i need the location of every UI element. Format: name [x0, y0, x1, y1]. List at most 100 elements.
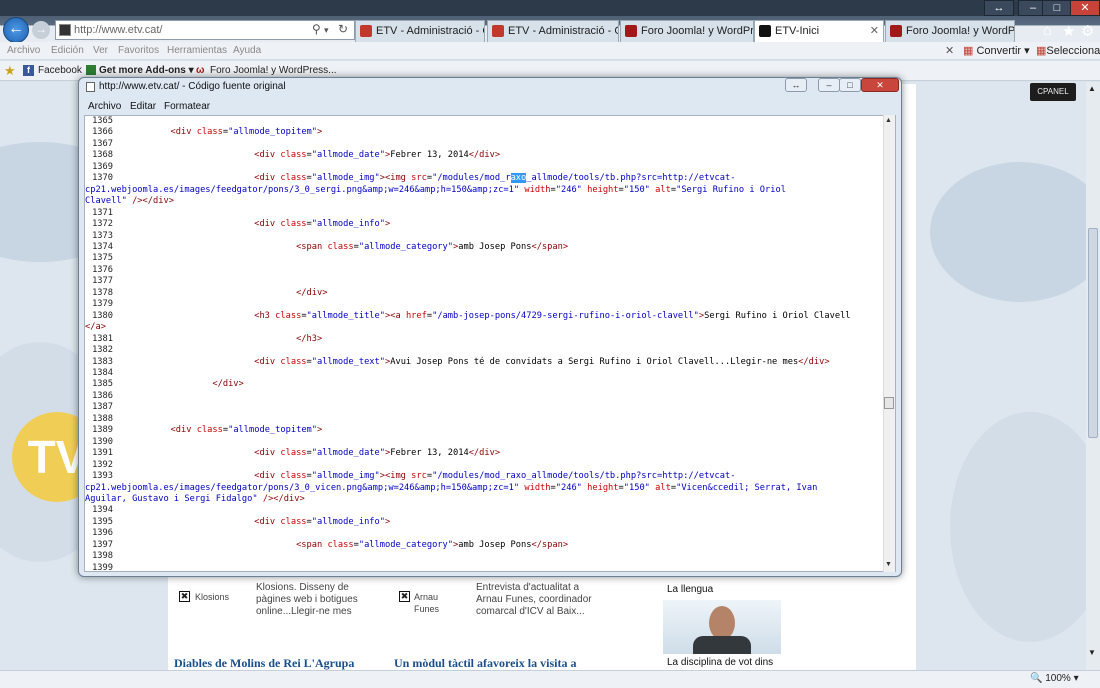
source-menu-formatear[interactable]: Formatear [164, 101, 210, 112]
source-minimize-icon[interactable]: – [818, 78, 840, 92]
code-line[interactable]: 1374 <span class="allmode_category">amb … [85, 242, 883, 253]
source-scroll-thumb[interactable] [884, 397, 894, 409]
code-line[interactable]: 1381 </h3> [85, 334, 883, 345]
code-line[interactable]: 1368 <div class="allmode_date">Febrer 13… [85, 150, 883, 161]
fav-foro-joomla[interactable]: Foro Joomla! y WordPress... [210, 65, 337, 76]
code-line[interactable]: 1390 [85, 437, 883, 448]
code-line[interactable]: 1380 <h3 class="allmode_title"><a href="… [85, 311, 883, 322]
fav-get-addons[interactable]: Get more Add-ons ▾ [99, 65, 194, 76]
close-icon[interactable]: ✕ [1070, 0, 1100, 16]
source-menu-editar[interactable]: Editar [130, 101, 156, 112]
code-line[interactable]: 1397 <span class="allmode_category">amb … [85, 540, 883, 551]
caption-disciplina[interactable]: La disciplina de vot dins [667, 657, 773, 669]
favorites-star-icon[interactable]: ★ [4, 63, 16, 79]
headline-modul[interactable]: Un mòdul tàctil afavoreix la visita a [394, 656, 576, 671]
back-button[interactable]: ← [3, 17, 29, 43]
code-line[interactable]: 1376 [85, 265, 883, 276]
source-code-area[interactable]: 1365 1366 <div class="allmode_topitem"> 1… [84, 115, 896, 572]
source-restore-icon[interactable]: ↔ [785, 78, 807, 92]
code-line[interactable]: 1382 [85, 345, 883, 356]
tab-3[interactable]: Foro Joomla! y WordPress... [620, 20, 754, 42]
code-text[interactable]: 1365 1366 <div class="allmode_topitem"> 1… [85, 116, 883, 571]
menu-edición[interactable]: Edición [51, 45, 84, 56]
refresh-icon[interactable]: ↻ [338, 22, 348, 36]
tab-favicon-icon [360, 25, 372, 37]
close-toolbar-icon[interactable]: ✕ [945, 44, 954, 57]
cpanel-button[interactable]: CPANEL [1030, 83, 1076, 101]
code-line[interactable]: 1373 [85, 231, 883, 242]
caption-llengua[interactable]: La llengua [667, 584, 713, 596]
code-line[interactable]: 1383 <div class="allmode_text">Avui Jose… [85, 357, 883, 368]
scroll-down-icon[interactable]: ▼ [1088, 648, 1096, 657]
code-line[interactable]: Clavell" /></div> [85, 196, 883, 207]
source-menu-archivo[interactable]: Archivo [88, 101, 121, 112]
arnau-text[interactable]: Entrevista d'actualitat a Arnau Funes, c… [476, 582, 594, 618]
code-line[interactable]: 1372 <div class="allmode_info"> [85, 219, 883, 230]
code-line[interactable]: 1378 </div> [85, 288, 883, 299]
code-line[interactable]: 1392 [85, 460, 883, 471]
code-line[interactable]: 1389 <div class="allmode_topitem"> [85, 425, 883, 436]
line-text [113, 265, 129, 275]
menu-favoritos[interactable]: Favoritos [118, 45, 159, 56]
source-maximize-icon[interactable]: □ [839, 78, 861, 92]
source-scroll-down-icon[interactable]: ▼ [885, 561, 892, 568]
zoom-control[interactable]: 🔍 100% ▾ [1030, 673, 1079, 684]
code-line[interactable]: </a> [85, 322, 883, 333]
menu-herramientas[interactable]: Herramientas [167, 45, 227, 56]
menu-archivo[interactable]: Archivo [7, 45, 40, 56]
address-bar[interactable]: http://www.etv.cat/ [55, 20, 355, 40]
line-text [113, 162, 129, 172]
line-number: 1370 [92, 173, 113, 184]
tab-5[interactable]: Foro Joomla! y WordPress... [885, 20, 1015, 42]
maximize-icon[interactable]: □ [1042, 0, 1072, 16]
code-line[interactable]: Aguilar, Gustavo i Sergi Fidalgo" /></di… [85, 494, 883, 505]
tab-2[interactable]: ETV - Administració - Ges... [487, 20, 619, 42]
code-line[interactable]: 1394 [85, 505, 883, 516]
code-line[interactable]: 1366 <div class="allmode_topitem"> [85, 127, 883, 138]
tab-close-icon[interactable]: ✕ [870, 24, 879, 37]
headline-diables[interactable]: Diables de Molins de Rei L'Agrupa [174, 656, 354, 671]
convert-button[interactable]: ▦ Convertir ▾ [963, 44, 1030, 57]
page-scroll-thumb[interactable] [1088, 228, 1098, 438]
code-line[interactable]: 1396 [85, 528, 883, 539]
code-line[interactable]: cp21.webjoomla.es/images/feedgator/pons/… [85, 483, 883, 494]
code-line[interactable]: 1391 <div class="allmode_date">Febrer 13… [85, 448, 883, 459]
code-line[interactable]: 1365 [85, 116, 883, 127]
favorites-star-icon[interactable]: ★ [1062, 22, 1075, 40]
code-line[interactable]: cp21.webjoomla.es/images/feedgator/pons/… [85, 185, 883, 196]
code-line[interactable]: 1375 [85, 253, 883, 264]
code-line[interactable]: 1388 [85, 414, 883, 425]
code-line[interactable]: 1371 [85, 208, 883, 219]
code-line[interactable]: 1370 <div class="allmode_img"><img src="… [85, 173, 883, 184]
code-line[interactable]: 1393 <div class="allmode_img"><img src="… [85, 471, 883, 482]
code-line[interactable]: 1395 <div class="allmode_info"> [85, 517, 883, 528]
menu-ver[interactable]: Ver [93, 45, 108, 56]
fav-facebook[interactable]: Facebook [38, 65, 82, 76]
code-line[interactable]: 1369 [85, 162, 883, 173]
select-button[interactable]: ▦Seleccionar [1036, 44, 1100, 57]
code-line[interactable]: 1399 [85, 563, 883, 571]
dropdown-arrow-icon[interactable]: ▾ [324, 25, 329, 36]
home-icon[interactable]: ⌂ [1043, 22, 1052, 39]
code-line[interactable]: 1377 [85, 276, 883, 287]
tools-gear-icon[interactable]: ⚙ [1081, 22, 1094, 40]
scroll-up-icon[interactable]: ▲ [1088, 84, 1096, 93]
source-scroll-up-icon[interactable]: ▲ [885, 117, 892, 124]
code-line[interactable]: 1367 [85, 139, 883, 150]
source-scrollbar[interactable] [883, 115, 895, 572]
tab-4[interactable]: ETV-Inici ✕ [754, 20, 884, 42]
menu-ayuda[interactable]: Ayuda [233, 45, 261, 56]
search-icon[interactable]: ⚲ [312, 22, 321, 36]
tab-1[interactable]: ETV - Administració - Ges... [355, 20, 485, 42]
code-line[interactable]: 1379 [85, 299, 883, 310]
code-line[interactable]: 1385 </div> [85, 379, 883, 390]
restore-icon[interactable]: ↔ [984, 0, 1014, 16]
code-line[interactable]: 1387 [85, 402, 883, 413]
code-line[interactable]: 1384 [85, 368, 883, 379]
code-line[interactable]: 1386 [85, 391, 883, 402]
klosions-text[interactable]: Klosions. Disseny de pàgines web i botig… [256, 582, 381, 618]
source-close-icon[interactable]: ✕ [861, 78, 899, 92]
forward-button[interactable]: → [32, 21, 50, 39]
code-line[interactable]: 1398 [85, 551, 883, 562]
person-photo[interactable] [663, 600, 781, 654]
